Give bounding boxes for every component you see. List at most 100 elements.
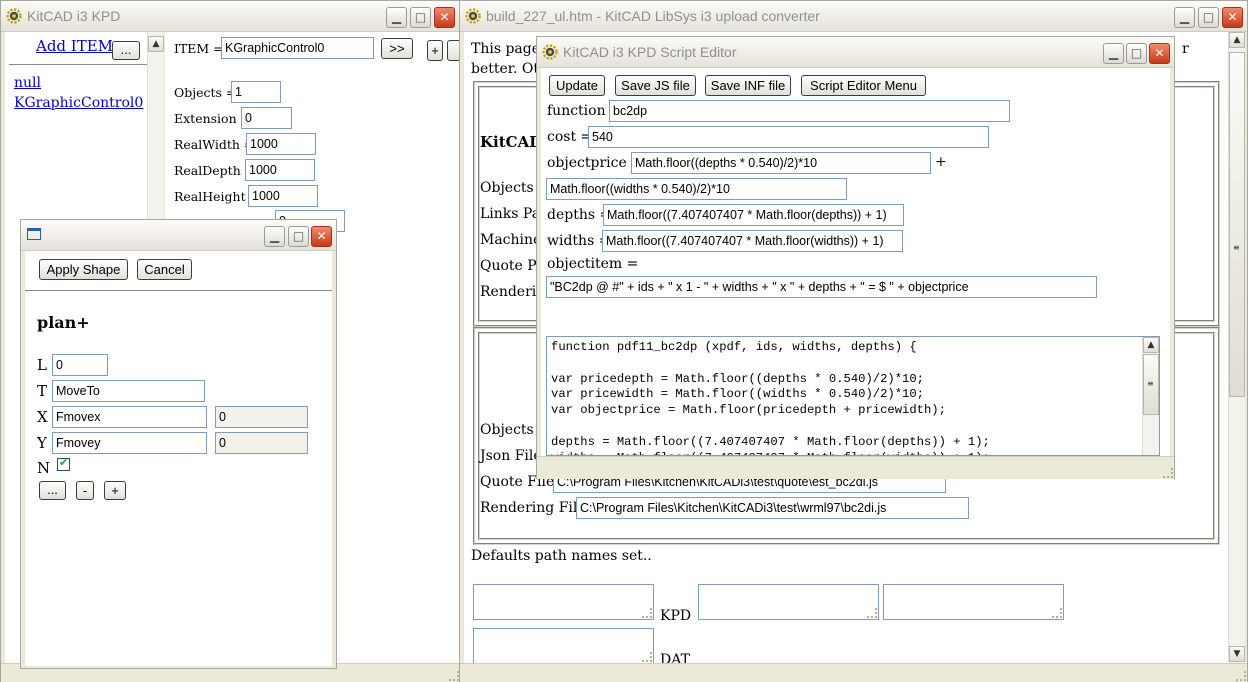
close-icon: ✕: [316, 229, 327, 243]
script-code-editor[interactable]: function pdf11_bc2dp (xpdf, ids, widths,…: [546, 336, 1160, 456]
x-value-field[interactable]: 0: [215, 406, 308, 428]
scroll-up-button[interactable]: ▲: [1229, 32, 1245, 48]
shape-dialog: ▁ □ ✕ Apply Shape Cancel plan+ L 0 T Mov…: [20, 219, 337, 669]
objectprice-field-1[interactable]: Math.floor((depths * 0.540)/2)*10: [631, 152, 931, 174]
remove-row-button[interactable]: -: [76, 481, 94, 500]
objectitem-field[interactable]: "BC2dp @ #" + ids + " x 1 - " + widths +…: [546, 276, 1097, 298]
dat-label: DAT: [660, 652, 690, 663]
item-field[interactable]: KGraphicControl0: [221, 37, 374, 59]
cancel-button[interactable]: Cancel: [137, 259, 192, 280]
add-property-button[interactable]: +: [427, 40, 443, 61]
intro-text-line1-tail: r: [1182, 41, 1189, 57]
script-editor-body: Update Save JS file Save INF file Script…: [541, 68, 1170, 456]
resize-grip-icon[interactable]: [1163, 468, 1173, 478]
browser-statusbar: [460, 663, 1247, 682]
maximize-icon: □: [292, 229, 305, 243]
section-title: KitCAD: [480, 133, 543, 151]
close-button[interactable]: ✕: [434, 7, 455, 28]
kpd-window-title: KitCAD i3 KPD: [27, 8, 121, 24]
rendering-file-label: Rendering File:: [480, 500, 591, 516]
objects-field[interactable]: 1: [231, 81, 281, 103]
objectprice-plus: +: [935, 154, 947, 170]
realwidth-field[interactable]: 1000: [246, 133, 316, 155]
browser-scrollbar[interactable]: ▲ ≡ ▼: [1228, 32, 1245, 663]
close-button[interactable]: ✕: [311, 226, 332, 247]
scroll-thumb[interactable]: ≡: [1229, 52, 1245, 397]
shape-heading: plan+: [37, 313, 90, 332]
minimize-icon: ▁: [1179, 10, 1190, 24]
maximize-button[interactable]: □: [288, 226, 309, 247]
add-row-button[interactable]: +: [104, 481, 126, 500]
maximize-button[interactable]: □: [1126, 43, 1147, 64]
add-item-link[interactable]: Add ITEM: [36, 37, 113, 55]
tree-item-kgraphiccontrol0[interactable]: KGraphicControl0: [14, 95, 143, 111]
objectitem-label: objectitem =: [547, 256, 639, 272]
minimize-button[interactable]: ▁: [386, 7, 407, 28]
maximize-button[interactable]: □: [410, 7, 431, 28]
browser-window-title: build_227_ul.htm - KitCAD LibSys i3 uplo…: [486, 8, 820, 24]
update-button[interactable]: Update: [549, 75, 605, 96]
realdepth-field[interactable]: 1000: [245, 159, 315, 181]
kitcad-gear-icon: [6, 8, 22, 24]
close-button[interactable]: ✕: [1149, 43, 1170, 64]
dialog-divider: [25, 290, 332, 291]
script-editor-titlebar[interactable]: KitCAD i3 KPD Script Editor ▁ □ ✕: [537, 37, 1174, 68]
n-checkbox[interactable]: ✔: [57, 456, 70, 471]
resize-grip-icon[interactable]: [642, 652, 652, 662]
t-field[interactable]: MoveTo: [52, 380, 205, 402]
objectprice-field-2[interactable]: Math.floor((widths * 0.540)/2)*10: [546, 178, 847, 200]
resize-grip-icon[interactable]: [449, 671, 459, 681]
scroll-thumb[interactable]: ≡: [1143, 354, 1159, 415]
y-value-field[interactable]: 0: [215, 432, 308, 454]
cost-field[interactable]: 540: [588, 126, 989, 148]
maximize-button[interactable]: □: [1198, 7, 1219, 28]
resize-grip-icon[interactable]: [867, 608, 877, 618]
kpd-textarea-1[interactable]: [473, 584, 654, 620]
property-extra-button[interactable]: [447, 40, 459, 61]
resize-grip-icon[interactable]: [1236, 671, 1246, 681]
minimize-button[interactable]: ▁: [264, 226, 285, 247]
rendering-file-field[interactable]: C:\Program Files\Kitchen\KitCADi3\test\w…: [576, 497, 969, 519]
resize-grip-icon[interactable]: [642, 608, 652, 618]
shape-dialog-titlebar[interactable]: ▁ □ ✕: [21, 220, 336, 251]
browser-titlebar[interactable]: build_227_ul.htm - KitCAD LibSys i3 uplo…: [460, 1, 1247, 32]
defaults-status-text: Defaults path names set..: [471, 548, 652, 564]
l-field[interactable]: 0: [52, 354, 108, 376]
maximize-icon: □: [1130, 46, 1143, 60]
save-js-button[interactable]: Save JS file: [615, 75, 696, 96]
tree-item-null[interactable]: null: [14, 75, 41, 91]
t-label: T: [37, 382, 48, 400]
extension-label: Extension =: [174, 111, 252, 126]
y-field[interactable]: Fmovey: [52, 432, 207, 454]
more-options-button[interactable]: ...: [39, 481, 66, 500]
n-label: N: [37, 459, 51, 477]
save-inf-button[interactable]: Save INF file: [705, 75, 791, 96]
resize-grip-icon[interactable]: [1052, 608, 1062, 618]
minimize-button[interactable]: ▁: [1103, 43, 1124, 64]
minimize-icon: ▁: [269, 229, 280, 243]
minimize-button[interactable]: ▁: [1174, 7, 1195, 28]
close-button[interactable]: ✕: [1222, 7, 1243, 28]
widths-field[interactable]: Math.floor((7.407407407 * Math.floor(wid…: [602, 230, 903, 252]
close-icon: ✕: [439, 10, 450, 24]
code-scrollbar[interactable]: ▲ ≡: [1142, 337, 1159, 455]
dat-textarea-1[interactable]: [473, 628, 654, 663]
kpd-textarea-2[interactable]: [698, 584, 879, 620]
script-editor-menu-button[interactable]: Script Editor Menu: [801, 75, 926, 96]
extension-field[interactable]: 0: [241, 107, 292, 129]
apply-shape-button[interactable]: Apply Shape: [39, 259, 128, 280]
function-field[interactable]: bc2dp: [609, 100, 1010, 122]
x-field[interactable]: Fmovex: [52, 406, 207, 428]
next-item-button[interactable]: >>: [381, 38, 413, 59]
item-label: ITEM =: [174, 41, 224, 56]
scroll-down-button[interactable]: ▼: [1229, 646, 1245, 662]
kpd-titlebar[interactable]: KitCAD i3 KPD ▁ □ ✕: [1, 1, 460, 32]
script-editor-window: KitCAD i3 KPD Script Editor ▁ □ ✕ Update…: [536, 36, 1175, 479]
realheight-field[interactable]: 1000: [248, 185, 318, 207]
scroll-up-button[interactable]: ▲: [1143, 337, 1159, 353]
kpd-textarea-3[interactable]: [883, 584, 1064, 620]
thumb-grip-icon: ≡: [1147, 379, 1154, 388]
depths-field[interactable]: Math.floor((7.407407407 * Math.floor(dep…: [603, 204, 904, 226]
scroll-up-button[interactable]: ▲: [148, 36, 164, 52]
add-item-more-button[interactable]: ...: [112, 41, 140, 60]
